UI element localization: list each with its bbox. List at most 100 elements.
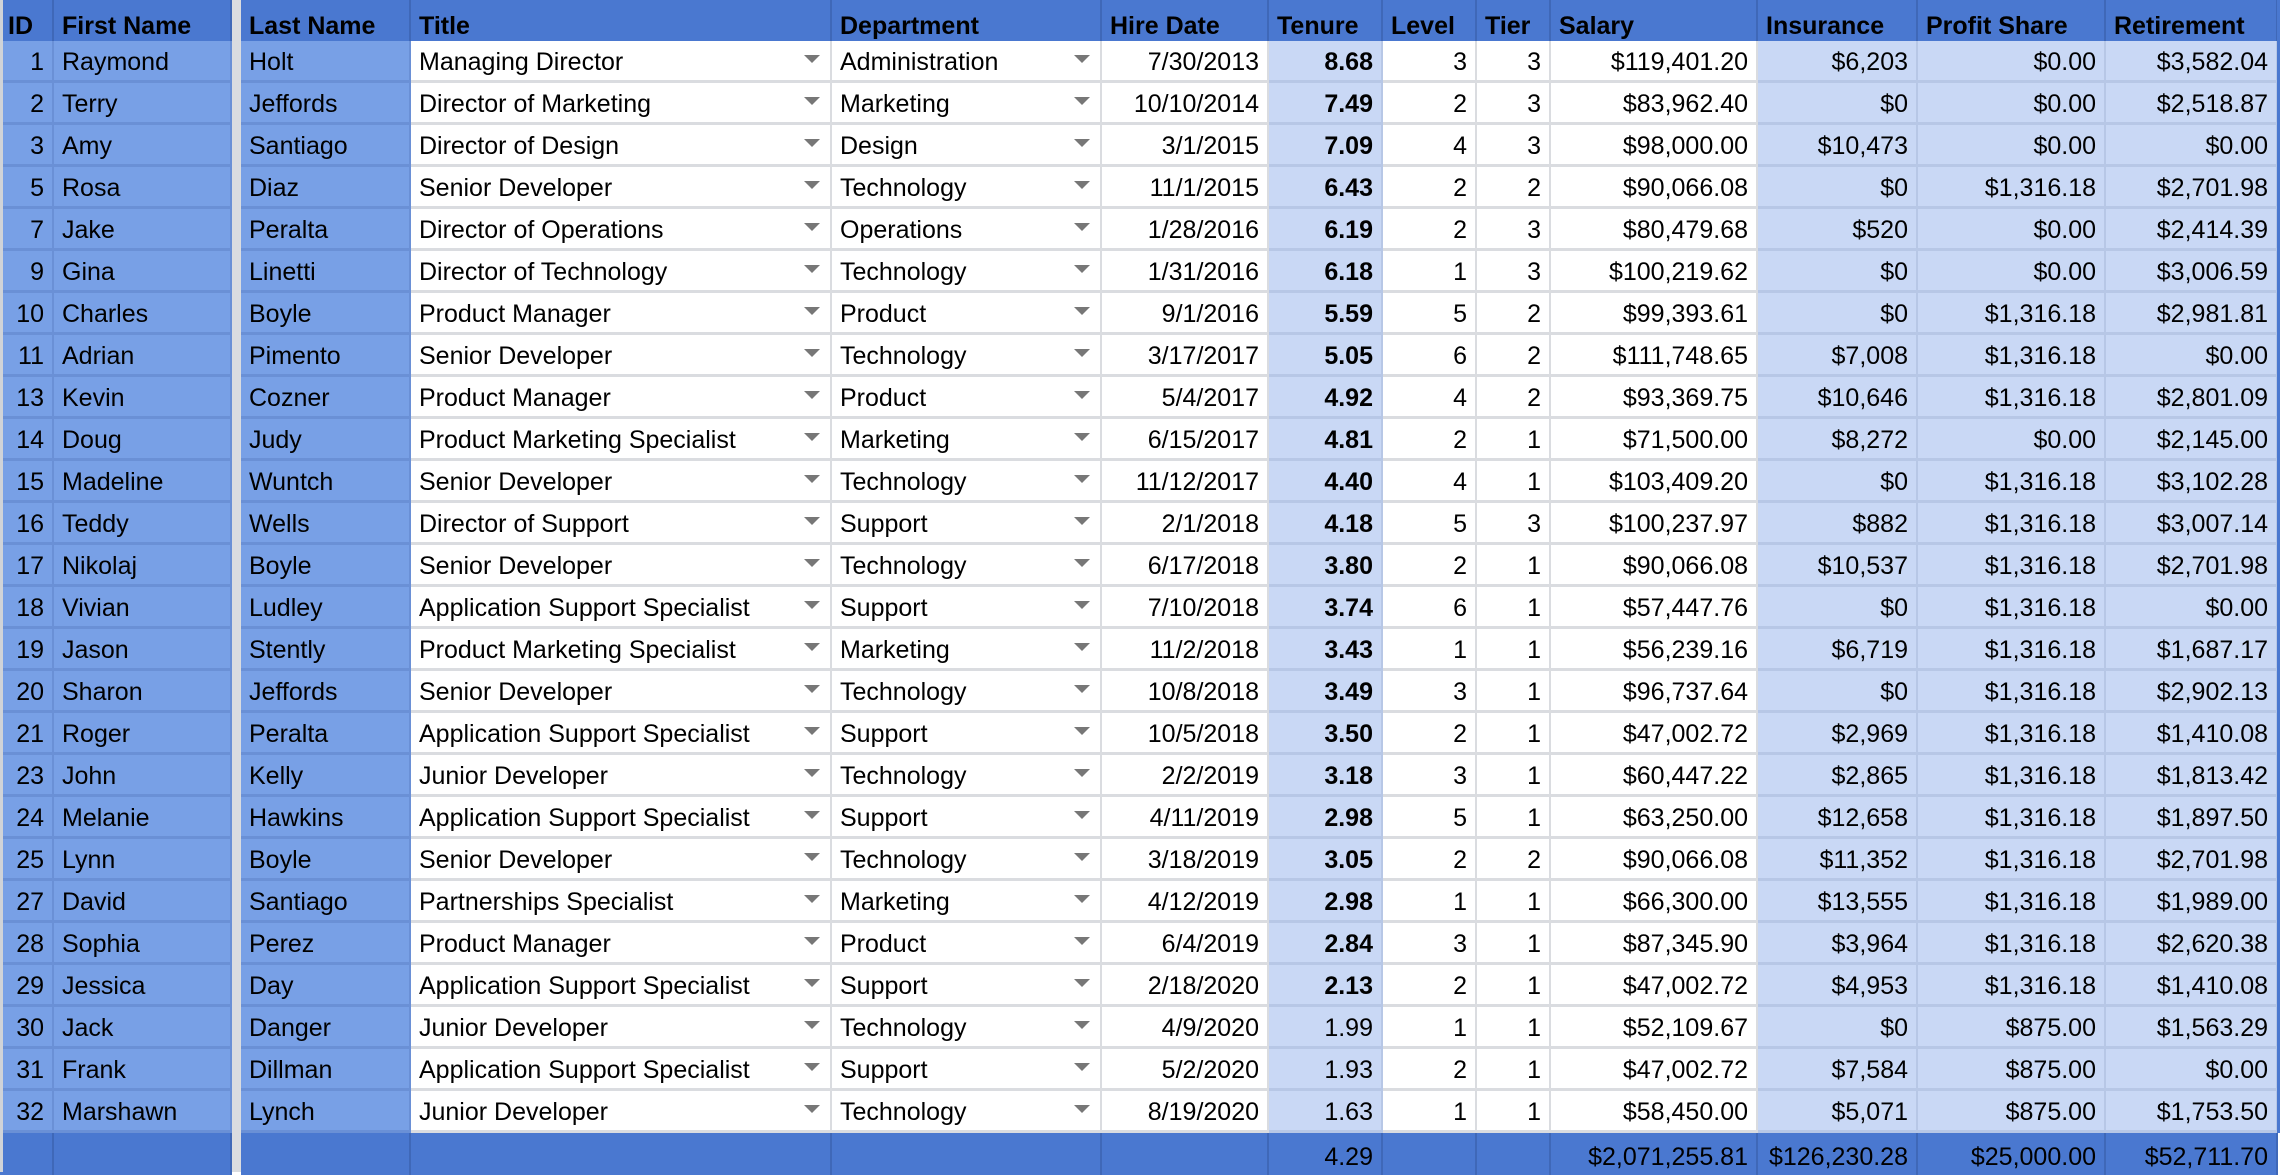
cell-insurance[interactable]: $6,203 [1758, 41, 1918, 83]
cell-last-name[interactable]: Wells [241, 503, 411, 545]
cell-tenure[interactable]: 3.43 [1269, 629, 1383, 671]
cell-profit-share[interactable]: $1,316.18 [1918, 335, 2106, 377]
cell-tenure[interactable]: 3.74 [1269, 587, 1383, 629]
cell-level[interactable]: 1 [1383, 251, 1477, 293]
dropdown-arrow-icon[interactable] [804, 55, 820, 63]
cell-profit-share[interactable]: $0.00 [1918, 125, 2106, 167]
dropdown-arrow-icon[interactable] [804, 853, 820, 861]
cell-hire-date[interactable]: 7/10/2018 [1102, 587, 1269, 629]
cell-title[interactable]: Senior Developer [411, 167, 832, 209]
cell-hire-date[interactable]: 6/4/2019 [1102, 923, 1269, 965]
cell-hire-date[interactable]: 3/18/2019 [1102, 839, 1269, 881]
cell-last-name[interactable]: Holt [241, 41, 411, 83]
cell-hire-date[interactable]: 6/17/2018 [1102, 545, 1269, 587]
cell-hire-date[interactable]: 11/12/2017 [1102, 461, 1269, 503]
cell-insurance[interactable]: $6,719 [1758, 629, 1918, 671]
cell-profit-share[interactable]: $875.00 [1918, 1049, 2106, 1091]
cell-last-name[interactable]: Diaz [241, 167, 411, 209]
cell-tier[interactable]: 2 [1477, 839, 1551, 881]
cell-last-name[interactable]: Perez [241, 923, 411, 965]
cell-department[interactable]: Technology [832, 251, 1102, 293]
cell-title[interactable]: Application Support Specialist [411, 1049, 832, 1091]
cell-retirement[interactable]: $1,813.42 [2106, 755, 2278, 797]
cell-tier[interactable]: 1 [1477, 755, 1551, 797]
cell-retirement[interactable]: $2,902.13 [2106, 671, 2278, 713]
column-header-tier[interactable]: Tier [1477, 0, 1551, 41]
cell-last-name[interactable]: Kelly [241, 755, 411, 797]
cell-level[interactable]: 5 [1383, 797, 1477, 839]
cell-profit-share[interactable]: $0.00 [1918, 209, 2106, 251]
cell-tenure[interactable]: 6.43 [1269, 167, 1383, 209]
cell-insurance[interactable]: $7,584 [1758, 1049, 1918, 1091]
cell-insurance[interactable]: $8,272 [1758, 419, 1918, 461]
cell-id[interactable]: 9 [0, 251, 54, 293]
cell-first-name[interactable]: Amy [54, 125, 232, 167]
cell-retirement[interactable]: $2,981.81 [2106, 293, 2278, 335]
cell-salary[interactable]: $100,219.62 [1551, 251, 1758, 293]
cell-insurance[interactable]: $0 [1758, 1007, 1918, 1049]
cell-hire-date[interactable]: 6/15/2017 [1102, 419, 1269, 461]
cell-title[interactable]: Director of Technology [411, 251, 832, 293]
cell-tenure[interactable]: 4.81 [1269, 419, 1383, 461]
cell-insurance[interactable]: $0 [1758, 587, 1918, 629]
cell-profit-share[interactable]: $0.00 [1918, 83, 2106, 125]
cell-id[interactable]: 16 [0, 503, 54, 545]
cell-department[interactable]: Product [832, 923, 1102, 965]
cell-department[interactable]: Marketing [832, 881, 1102, 923]
cell-title[interactable]: Product Manager [411, 293, 832, 335]
cell-first-name[interactable]: Rosa [54, 167, 232, 209]
cell-hire-date[interactable]: 9/1/2016 [1102, 293, 1269, 335]
cell-tier[interactable]: 3 [1477, 251, 1551, 293]
cell-title[interactable]: Director of Support [411, 503, 832, 545]
cell-insurance[interactable]: $4,953 [1758, 965, 1918, 1007]
cell-salary[interactable]: $90,066.08 [1551, 545, 1758, 587]
cell-tier[interactable]: 1 [1477, 629, 1551, 671]
cell-retirement[interactable]: $3,006.59 [2106, 251, 2278, 293]
cell-department[interactable]: Support [832, 965, 1102, 1007]
cell-title[interactable]: Product Marketing Specialist [411, 419, 832, 461]
cell-id[interactable]: 3 [0, 125, 54, 167]
cell-last-name[interactable]: Jeffords [241, 671, 411, 713]
cell-title[interactable]: Director of Marketing [411, 83, 832, 125]
column-header-tenure[interactable]: Tenure [1269, 0, 1383, 41]
total-level[interactable] [1383, 1133, 1477, 1175]
cell-first-name[interactable]: Roger [54, 713, 232, 755]
cell-profit-share[interactable]: $1,316.18 [1918, 167, 2106, 209]
cell-salary[interactable]: $63,250.00 [1551, 797, 1758, 839]
cell-profit-share[interactable]: $1,316.18 [1918, 839, 2106, 881]
cell-salary[interactable]: $60,447.22 [1551, 755, 1758, 797]
cell-title[interactable]: Senior Developer [411, 461, 832, 503]
cell-title[interactable]: Senior Developer [411, 671, 832, 713]
cell-tier[interactable]: 3 [1477, 125, 1551, 167]
cell-id[interactable]: 28 [0, 923, 54, 965]
cell-department[interactable]: Support [832, 797, 1102, 839]
cell-insurance[interactable]: $0 [1758, 251, 1918, 293]
cell-tier[interactable]: 1 [1477, 1091, 1551, 1133]
cell-last-name[interactable]: Santiago [241, 125, 411, 167]
cell-level[interactable]: 6 [1383, 335, 1477, 377]
cell-id[interactable]: 10 [0, 293, 54, 335]
cell-profit-share[interactable]: $1,316.18 [1918, 587, 2106, 629]
dropdown-arrow-icon[interactable] [804, 895, 820, 903]
cell-department[interactable]: Product [832, 377, 1102, 419]
cell-last-name[interactable]: Stently [241, 629, 411, 671]
column-header-level[interactable]: Level [1383, 0, 1477, 41]
cell-salary[interactable]: $99,393.61 [1551, 293, 1758, 335]
cell-first-name[interactable]: Sharon [54, 671, 232, 713]
dropdown-arrow-icon[interactable] [804, 391, 820, 399]
dropdown-arrow-icon[interactable] [1074, 139, 1090, 147]
cell-hire-date[interactable]: 11/2/2018 [1102, 629, 1269, 671]
cell-last-name[interactable]: Hawkins [241, 797, 411, 839]
cell-first-name[interactable]: Terry [54, 83, 232, 125]
cell-level[interactable]: 2 [1383, 839, 1477, 881]
cell-profit-share[interactable]: $1,316.18 [1918, 545, 2106, 587]
cell-retirement[interactable]: $2,145.00 [2106, 419, 2278, 461]
cell-tier[interactable]: 2 [1477, 335, 1551, 377]
cell-profit-share[interactable]: $1,316.18 [1918, 377, 2106, 419]
cell-last-name[interactable]: Peralta [241, 209, 411, 251]
cell-hire-date[interactable]: 2/2/2019 [1102, 755, 1269, 797]
cell-salary[interactable]: $80,479.68 [1551, 209, 1758, 251]
cell-salary[interactable]: $47,002.72 [1551, 1049, 1758, 1091]
cell-id[interactable]: 29 [0, 965, 54, 1007]
cell-tier[interactable]: 2 [1477, 293, 1551, 335]
